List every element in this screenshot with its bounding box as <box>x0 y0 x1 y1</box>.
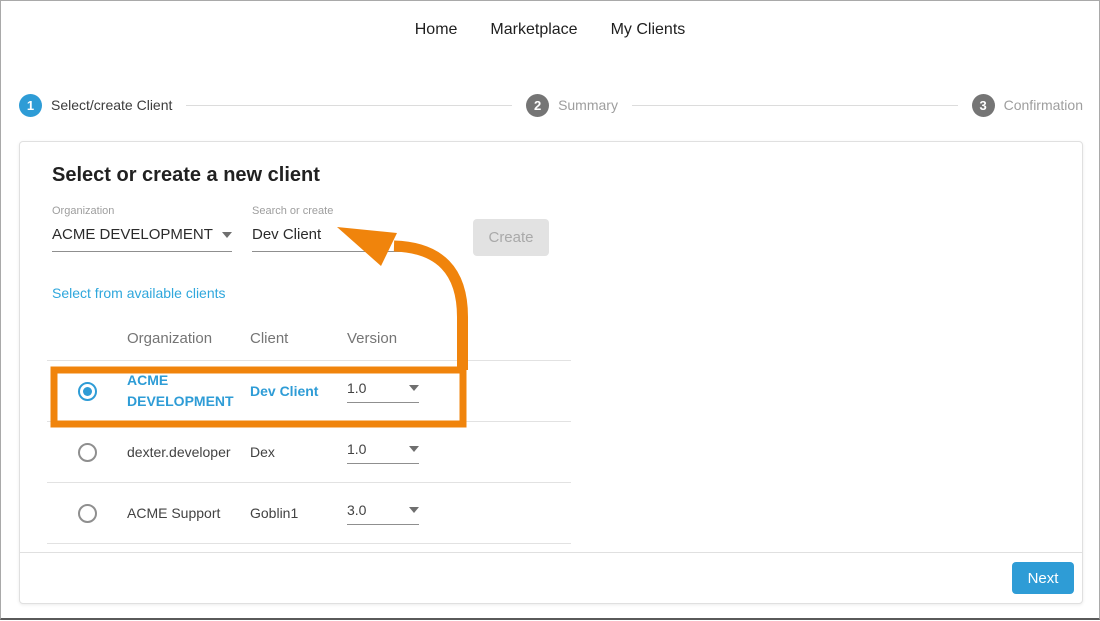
search-or-create-field: Search or create <box>252 205 432 252</box>
table-row-acme-support[interactable]: ACME Support Goblin1 3.0 <box>47 483 571 544</box>
row-organization: dexter.developer <box>127 442 250 463</box>
step-summary: 2 Summary <box>526 94 618 117</box>
row-client: Dex <box>250 444 347 460</box>
create-button[interactable]: Create <box>473 219 549 256</box>
chevron-down-icon <box>409 446 419 452</box>
page-title: Select or create a new client <box>52 164 1050 187</box>
version-select[interactable]: 1.0 <box>347 441 419 464</box>
search-or-create-input[interactable] <box>252 221 432 252</box>
step-confirmation: 3 Confirmation <box>972 94 1083 117</box>
version-select-value: 3.0 <box>347 502 366 518</box>
header-spacer <box>47 330 127 347</box>
clients-table-header: Organization Client Version <box>47 316 571 361</box>
table-row-acme-development[interactable]: ACME DEVELOPMENT Dev Client 1.0 <box>47 361 571 422</box>
row-organization: ACME DEVELOPMENT <box>127 370 250 412</box>
table-row-dexter-developer[interactable]: dexter.developer Dex 1.0 <box>47 422 571 483</box>
row-client: Goblin1 <box>250 505 347 521</box>
step-3-badge: 3 <box>972 94 995 117</box>
organization-select-value: ACME DEVELOPMENT <box>52 226 213 243</box>
step-1-label: Select/create Client <box>51 97 172 113</box>
next-button[interactable]: Next <box>1012 562 1074 594</box>
search-field-label: Search or create <box>252 205 432 217</box>
organization-select[interactable]: ACME DEVELOPMENT <box>52 221 232 252</box>
chevron-down-icon <box>222 232 232 238</box>
step-select-create-client: 1 Select/create Client <box>19 94 172 117</box>
step-1-badge: 1 <box>19 94 42 117</box>
column-header-organization: Organization <box>127 330 250 347</box>
chevron-down-icon <box>409 385 419 391</box>
page: { "nav": { "items": [ { "label": "Home" … <box>0 0 1100 620</box>
step-2-label: Summary <box>558 97 618 113</box>
wizard-stepper: 1 Select/create Client 2 Summary 3 Confi… <box>19 93 1083 117</box>
radio-button[interactable] <box>78 443 97 462</box>
version-select[interactable]: 1.0 <box>347 380 419 403</box>
select-available-clients-link[interactable]: Select from available clients <box>52 285 226 301</box>
top-nav: Home Marketplace My Clients <box>1 1 1099 59</box>
stepper-connector <box>632 105 958 106</box>
nav-item-home[interactable]: Home <box>415 21 458 39</box>
clients-table: Organization Client Version ACME DEVELOP… <box>47 316 571 544</box>
version-select-value: 1.0 <box>347 441 366 457</box>
row-organization: ACME Support <box>127 503 250 524</box>
step-2-badge: 2 <box>526 94 549 117</box>
version-select[interactable]: 3.0 <box>347 502 419 525</box>
client-form-row: Organization ACME DEVELOPMENT Search or … <box>52 205 1050 256</box>
organization-field-label: Organization <box>52 205 232 217</box>
version-select-value: 1.0 <box>347 380 366 396</box>
nav-item-marketplace[interactable]: Marketplace <box>490 21 577 39</box>
step-3-label: Confirmation <box>1004 97 1083 113</box>
organization-field: Organization ACME DEVELOPMENT <box>52 205 232 252</box>
client-selection-panel: Select or create a new client Organizati… <box>19 141 1083 604</box>
panel-footer: Next <box>20 552 1082 603</box>
radio-button[interactable] <box>78 504 97 523</box>
stepper-connector <box>186 105 512 106</box>
radio-button-selected[interactable] <box>78 382 97 401</box>
chevron-down-icon <box>409 507 419 513</box>
column-header-version: Version <box>347 330 471 347</box>
row-client: Dev Client <box>250 383 347 399</box>
column-header-client: Client <box>250 330 347 347</box>
nav-item-my-clients[interactable]: My Clients <box>611 21 686 39</box>
